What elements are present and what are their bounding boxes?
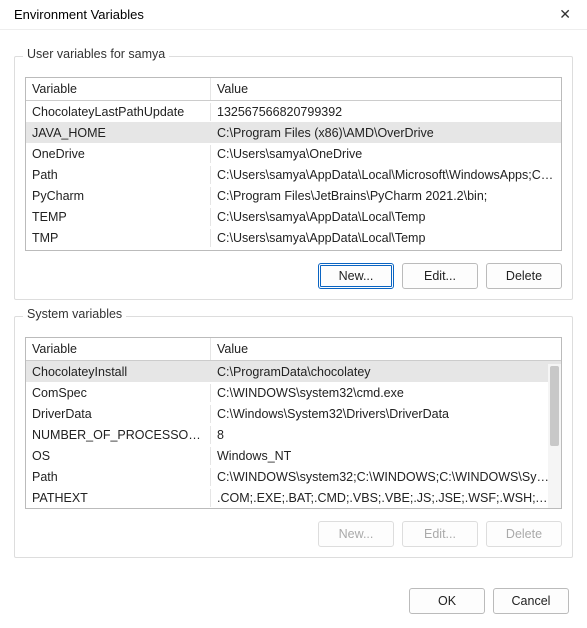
cell-value: Windows_NT xyxy=(211,447,561,465)
cell-variable: DriverData xyxy=(26,405,211,423)
system-table-body: ChocolateyInstallC:\ProgramData\chocolat… xyxy=(26,361,561,508)
user-delete-button[interactable]: Delete xyxy=(486,263,562,289)
system-edit-button[interactable]: Edit... xyxy=(402,521,478,547)
window-title: Environment Variables xyxy=(14,7,144,22)
cell-variable: OneDrive xyxy=(26,145,211,163)
cell-variable: Path xyxy=(26,166,211,184)
table-row[interactable]: DriverDataC:\Windows\System32\Drivers\Dr… xyxy=(26,403,561,424)
table-row[interactable]: PathC:\Users\samya\AppData\Local\Microso… xyxy=(26,164,561,185)
table-row[interactable]: OneDriveC:\Users\samya\OneDrive xyxy=(26,143,561,164)
cell-value: .COM;.EXE;.BAT;.CMD;.VBS;.VBE;.JS;.JSE;.… xyxy=(211,489,561,507)
table-row[interactable]: ChocolateyInstallC:\ProgramData\chocolat… xyxy=(26,361,561,382)
system-col-variable[interactable]: Variable xyxy=(26,338,211,360)
cell-value: C:\WINDOWS\system32;C:\WINDOWS;C:\WINDOW… xyxy=(211,468,561,486)
system-delete-button[interactable]: Delete xyxy=(486,521,562,547)
user-variables-table[interactable]: Variable Value ChocolateyLastPathUpdate1… xyxy=(25,77,562,251)
cell-variable: OS xyxy=(26,447,211,465)
table-row[interactable]: TEMPC:\Users\samya\AppData\Local\Temp xyxy=(26,206,561,227)
table-row[interactable]: NUMBER_OF_PROCESSORS8 xyxy=(26,424,561,445)
system-variables-table[interactable]: Variable Value ChocolateyInstallC:\Progr… xyxy=(25,337,562,509)
cell-value: C:\Program Files\JetBrains\PyCharm 2021.… xyxy=(211,187,561,205)
cell-value: 8 xyxy=(211,426,561,444)
ok-button[interactable]: OK xyxy=(409,588,485,614)
cell-variable: PyCharm xyxy=(26,187,211,205)
system-new-button[interactable]: New... xyxy=(318,521,394,547)
user-variables-group: User variables for samya Variable Value … xyxy=(14,56,573,300)
cell-variable: NUMBER_OF_PROCESSORS xyxy=(26,426,211,444)
cell-variable: Path xyxy=(26,468,211,486)
table-row[interactable]: TMPC:\Users\samya\AppData\Local\Temp xyxy=(26,227,561,248)
cell-value: 132567566820799392 xyxy=(211,103,561,121)
user-col-value[interactable]: Value xyxy=(211,78,561,100)
cancel-button[interactable]: Cancel xyxy=(493,588,569,614)
user-edit-button[interactable]: Edit... xyxy=(402,263,478,289)
cell-variable: ChocolateyLastPathUpdate xyxy=(26,103,211,121)
system-table-header: Variable Value xyxy=(26,338,561,361)
cell-value: C:\Users\samya\AppData\Local\Microsoft\W… xyxy=(211,166,561,184)
cell-value: C:\Windows\System32\Drivers\DriverData xyxy=(211,405,561,423)
cell-variable: TMP xyxy=(26,229,211,247)
system-scrollthumb[interactable] xyxy=(550,366,559,446)
cell-value: C:\Program Files (x86)\AMD\OverDrive xyxy=(211,124,561,142)
cell-variable: ChocolateyInstall xyxy=(26,363,211,381)
table-row[interactable]: PyCharmC:\Program Files\JetBrains\PyChar… xyxy=(26,185,561,206)
user-new-button[interactable]: New... xyxy=(318,263,394,289)
cell-variable: JAVA_HOME xyxy=(26,124,211,142)
cell-value: C:\Users\samya\OneDrive xyxy=(211,145,561,163)
cell-value: C:\Users\samya\AppData\Local\Temp xyxy=(211,229,561,247)
user-variables-title: User variables for samya xyxy=(23,47,169,61)
table-row[interactable]: ChocolateyLastPathUpdate1325675668207993… xyxy=(26,101,561,122)
system-variables-title: System variables xyxy=(23,307,126,321)
cell-value: C:\Users\samya\AppData\Local\Temp xyxy=(211,208,561,226)
table-row[interactable]: PathC:\WINDOWS\system32;C:\WINDOWS;C:\WI… xyxy=(26,466,561,487)
cell-value: C:\WINDOWS\system32\cmd.exe xyxy=(211,384,561,402)
system-col-value[interactable]: Value xyxy=(211,338,561,360)
user-buttons: New... Edit... Delete xyxy=(25,263,562,289)
table-row[interactable]: PATHEXT.COM;.EXE;.BAT;.CMD;.VBS;.VBE;.JS… xyxy=(26,487,561,508)
titlebar: Environment Variables ✕ xyxy=(0,0,587,30)
table-row[interactable]: OSWindows_NT xyxy=(26,445,561,466)
system-buttons: New... Edit... Delete xyxy=(25,521,562,547)
cell-variable: TEMP xyxy=(26,208,211,226)
cell-variable: ComSpec xyxy=(26,384,211,402)
table-row[interactable]: JAVA_HOMEC:\Program Files (x86)\AMD\Over… xyxy=(26,122,561,143)
dialog-footer: OK Cancel xyxy=(0,570,587,626)
system-variables-group: System variables Variable Value Chocolat… xyxy=(14,316,573,558)
user-table-body: ChocolateyLastPathUpdate1325675668207993… xyxy=(26,101,561,248)
dialog-content: User variables for samya Variable Value … xyxy=(0,30,587,570)
system-scrollbar[interactable] xyxy=(548,364,561,508)
user-col-variable[interactable]: Variable xyxy=(26,78,211,100)
user-table-header: Variable Value xyxy=(26,78,561,101)
cell-value: C:\ProgramData\chocolatey xyxy=(211,363,561,381)
table-row[interactable]: ComSpecC:\WINDOWS\system32\cmd.exe xyxy=(26,382,561,403)
close-icon[interactable]: ✕ xyxy=(553,6,577,23)
cell-variable: PATHEXT xyxy=(26,489,211,507)
